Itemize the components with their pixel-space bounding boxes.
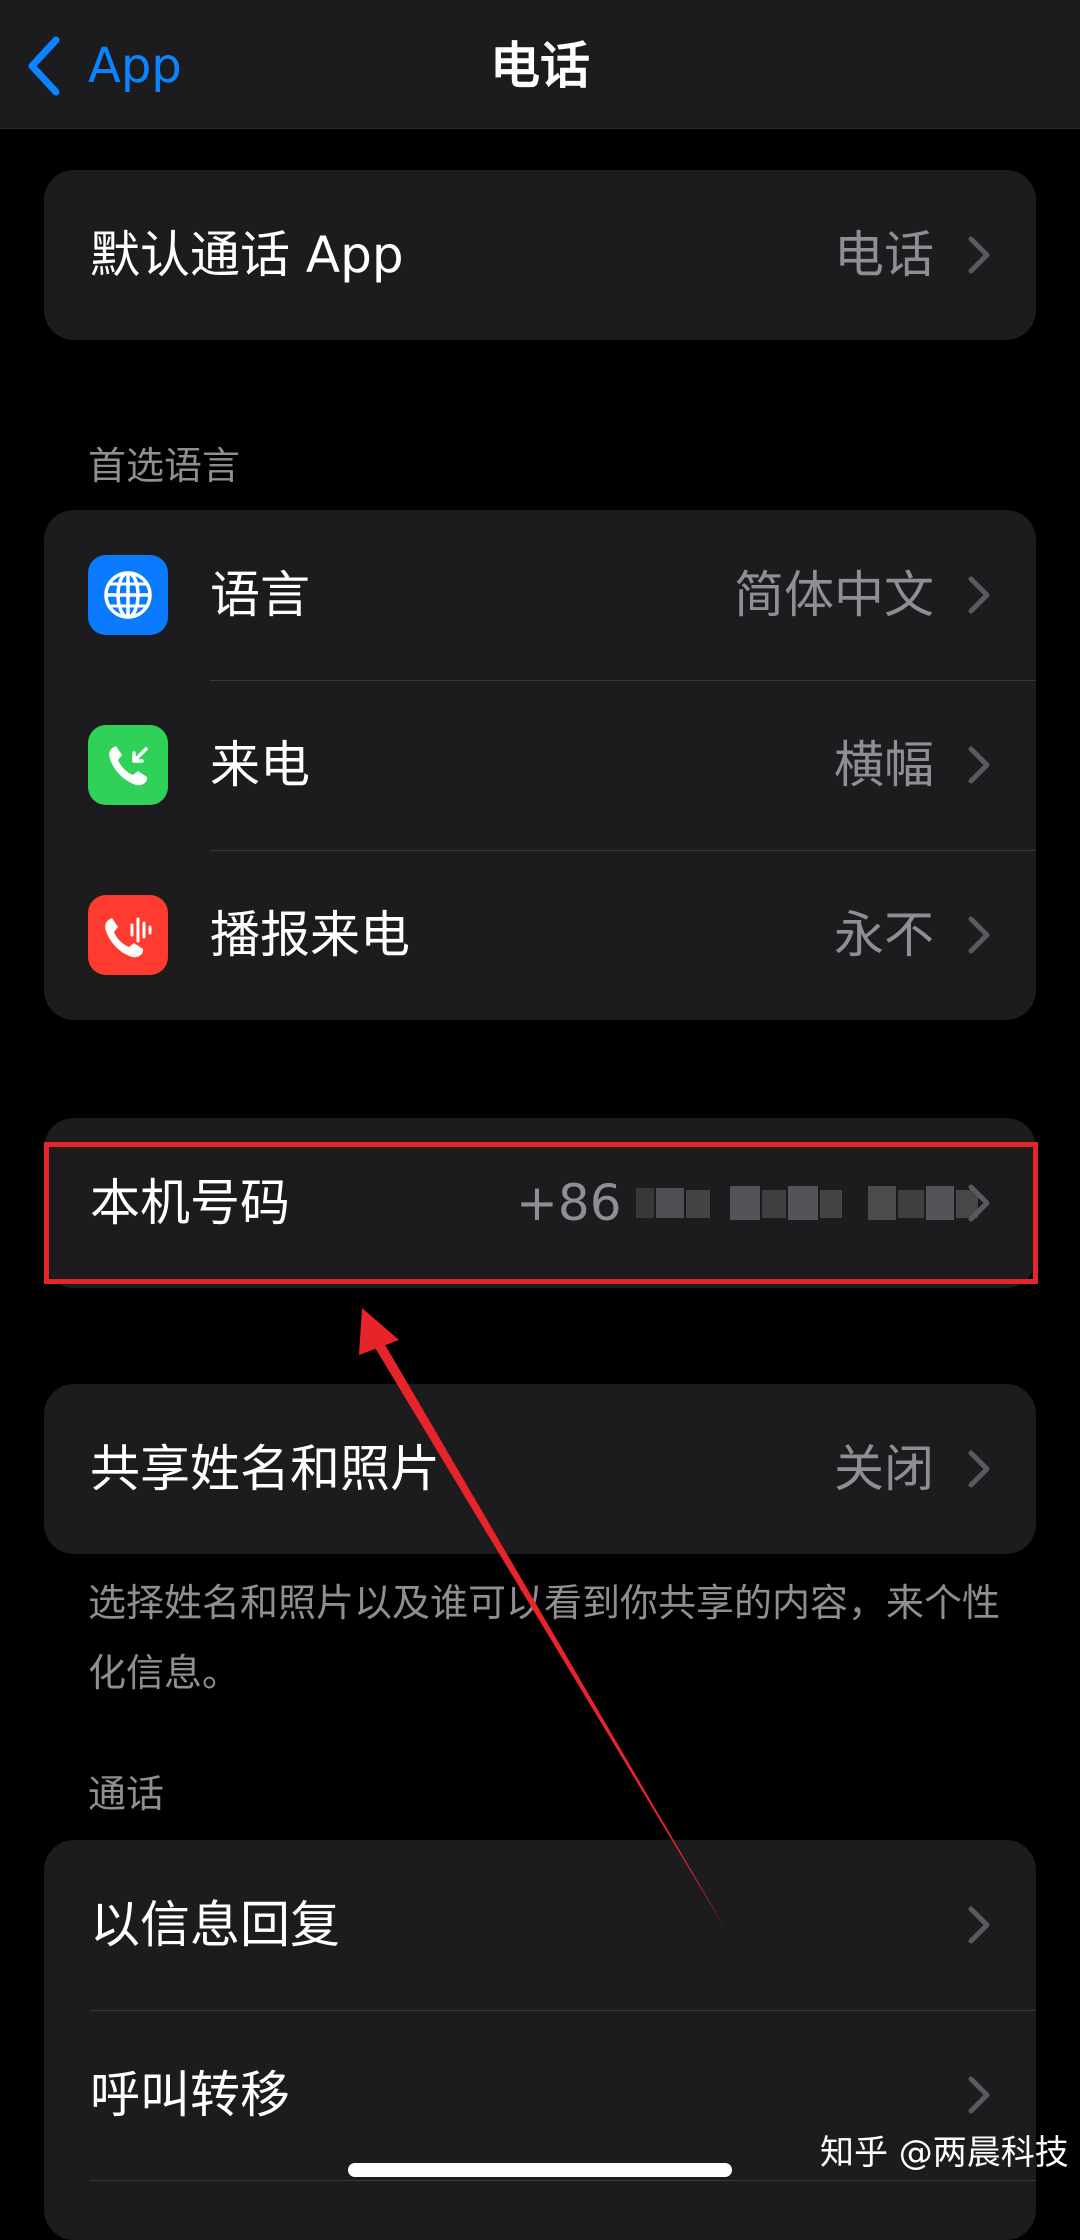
chevron-right-icon — [968, 576, 990, 614]
share-name-footnote: 选择姓名和照片以及谁可以看到你共享的内容，来个性化信息。 — [88, 1581, 1001, 1695]
calls-header: 通话 — [88, 1772, 165, 1816]
home-indicator[interactable] — [348, 2163, 732, 2177]
call-forwarding-label: 呼叫转移 — [90, 2066, 290, 2124]
incoming-call-icon — [88, 725, 168, 805]
globe-icon — [88, 555, 168, 635]
page-title: 电话 — [490, 37, 590, 95]
share-name-photo-row[interactable]: 共享姓名和照片 关闭 — [44, 1384, 1036, 1554]
default-calling-app-row[interactable]: 默认通话 App 电话 — [44, 170, 1036, 340]
respond-with-text-label: 以信息回复 — [90, 1896, 340, 1954]
announce-calls-label: 播报来电 — [210, 906, 410, 964]
watermark: 知乎 @两晨科技 — [820, 2133, 1069, 2173]
share-name-photo-label: 共享姓名和照片 — [90, 1440, 440, 1498]
chevron-right-icon — [968, 1450, 990, 1488]
incoming-calls-value: 横幅 — [834, 736, 934, 794]
announce-calls-icon — [88, 895, 168, 975]
language-value: 简体中文 — [734, 566, 934, 624]
language-group: 语言 简体中文 来电 横幅 播报来电 永不 — [44, 510, 1036, 1020]
chevron-right-icon — [968, 1906, 990, 1944]
navigation-bar: App 电话 — [0, 0, 1080, 129]
incoming-calls-label: 来电 — [210, 736, 310, 794]
chevron-right-icon — [968, 236, 990, 274]
announce-calls-value: 永不 — [834, 906, 934, 964]
share-name-photo-value: 关闭 — [834, 1440, 934, 1498]
separator — [90, 2180, 1036, 2181]
chevron-right-icon — [968, 2076, 990, 2114]
incoming-calls-row[interactable]: 来电 横幅 — [44, 680, 1036, 850]
default-app-group: 默认通话 App 电话 — [44, 170, 1036, 340]
language-label: 语言 — [210, 566, 310, 624]
default-calling-app-value: 电话 — [834, 226, 934, 284]
annotation-highlight-box — [44, 1142, 1038, 1284]
default-calling-app-label: 默认通话 App — [90, 226, 404, 284]
preferred-language-header: 首选语言 — [88, 444, 241, 488]
chevron-right-icon — [968, 916, 990, 954]
respond-with-text-row[interactable]: 以信息回复 — [44, 1840, 1036, 2010]
chevron-right-icon — [968, 746, 990, 784]
share-name-group: 共享姓名和照片 关闭 — [44, 1384, 1036, 1554]
language-row[interactable]: 语言 简体中文 — [44, 510, 1036, 680]
calls-group: 以信息回复 呼叫转移 — [44, 1840, 1036, 2240]
announce-calls-row[interactable]: 播报来电 永不 — [44, 850, 1036, 1020]
